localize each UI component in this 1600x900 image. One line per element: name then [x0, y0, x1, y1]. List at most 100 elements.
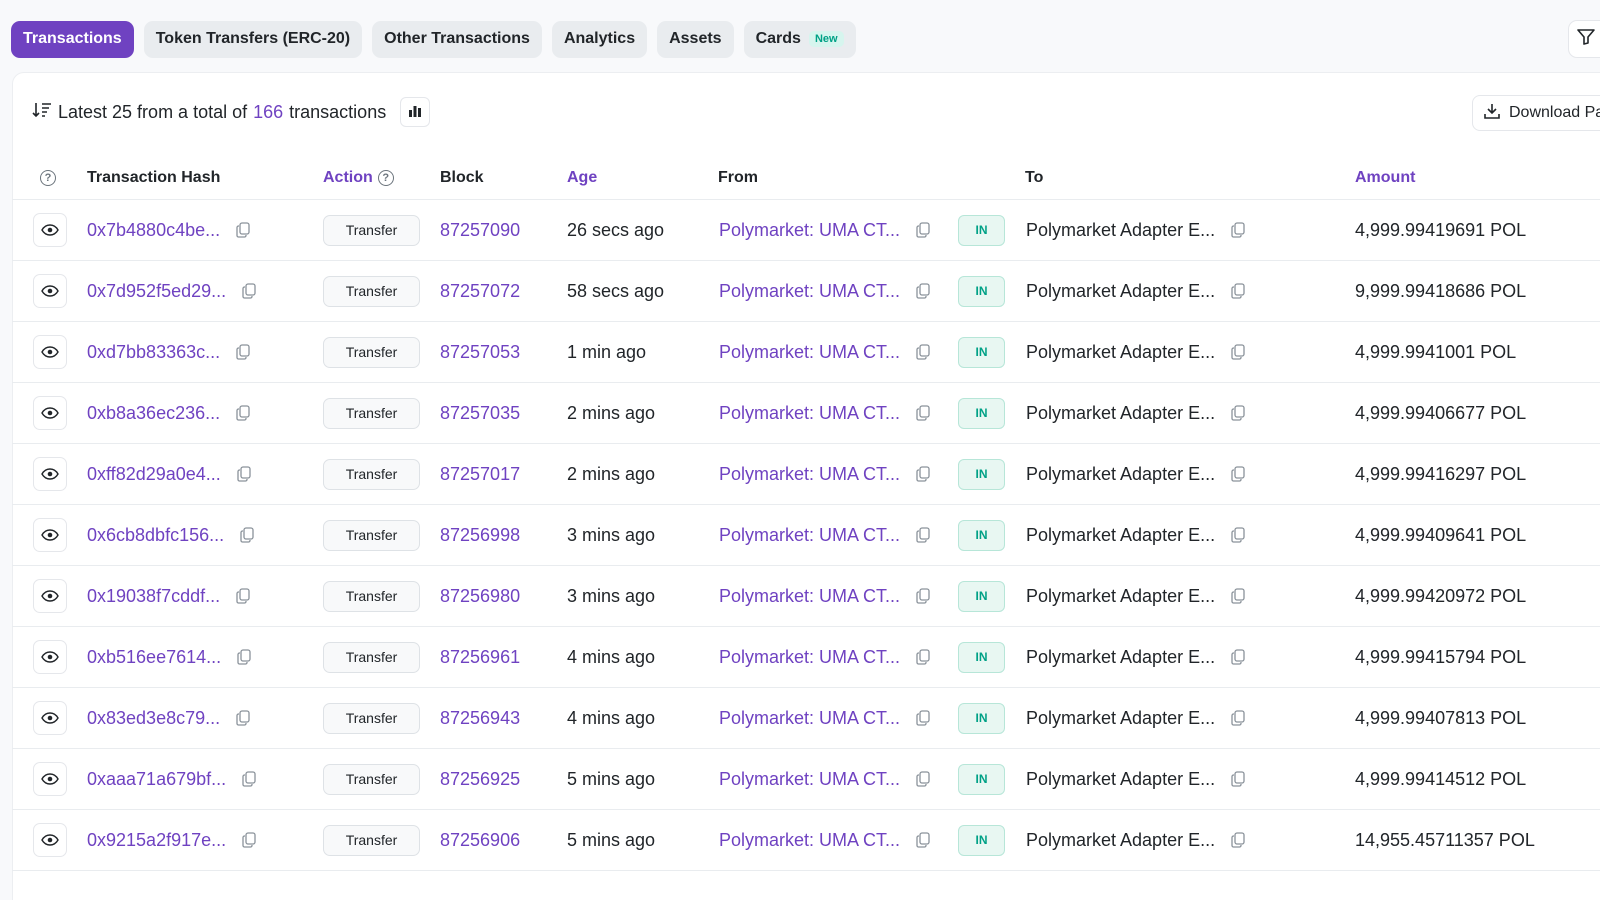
view-details-button[interactable] — [33, 457, 67, 491]
to-address-link[interactable]: Polymarket Adapter E... — [1026, 342, 1215, 363]
copy-icon[interactable] — [916, 771, 930, 787]
copy-icon[interactable] — [240, 527, 254, 543]
filter-button[interactable] — [1568, 20, 1600, 58]
to-address-link[interactable]: Polymarket Adapter E... — [1026, 464, 1215, 485]
from-address-link[interactable]: Polymarket: UMA CT... — [719, 220, 900, 241]
view-details-button[interactable] — [33, 762, 67, 796]
tab-cards[interactable]: Cards New — [743, 20, 856, 58]
transaction-hash-link[interactable]: 0xd7bb83363c... — [87, 342, 220, 363]
transaction-hash-link[interactable]: 0x7d952f5ed29... — [87, 281, 226, 302]
copy-icon[interactable] — [916, 466, 930, 482]
help-header[interactable]: ? — [40, 155, 56, 200]
to-address-link[interactable]: Polymarket Adapter E... — [1026, 586, 1215, 607]
copy-icon[interactable] — [916, 649, 930, 665]
to-address-link[interactable]: Polymarket Adapter E... — [1026, 281, 1215, 302]
chart-button[interactable] — [400, 97, 431, 127]
block-link[interactable]: 87257072 — [440, 281, 520, 302]
view-details-button[interactable] — [33, 335, 67, 369]
tab-token-transfers[interactable]: Token Transfers (ERC-20) — [143, 20, 363, 58]
from-address-link[interactable]: Polymarket: UMA CT... — [719, 342, 900, 363]
transaction-hash-link[interactable]: 0x6cb8dbfc156... — [87, 525, 224, 546]
copy-icon[interactable] — [1231, 283, 1245, 299]
to-address-link[interactable]: Polymarket Adapter E... — [1026, 708, 1215, 729]
tab-other-transactions[interactable]: Other Transactions — [372, 20, 542, 58]
block-link[interactable]: 87256980 — [440, 586, 520, 607]
copy-icon[interactable] — [1231, 832, 1245, 848]
copy-icon[interactable] — [242, 832, 256, 848]
block-link[interactable]: 87256961 — [440, 647, 520, 668]
from-address-link[interactable]: Polymarket: UMA CT... — [719, 281, 900, 302]
transaction-hash-link[interactable]: 0xb516ee7614... — [87, 647, 221, 668]
copy-icon[interactable] — [236, 710, 250, 726]
transaction-hash-link[interactable]: 0x83ed3e8c79... — [87, 708, 220, 729]
to-address-link[interactable]: Polymarket Adapter E... — [1026, 525, 1215, 546]
view-details-button[interactable] — [33, 701, 67, 735]
copy-icon[interactable] — [1231, 222, 1245, 238]
view-details-button[interactable] — [33, 579, 67, 613]
transaction-hash-link[interactable]: 0x9215a2f917e... — [87, 830, 226, 851]
block-link[interactable]: 87257090 — [440, 220, 520, 241]
copy-icon[interactable] — [236, 344, 250, 360]
from-address-link[interactable]: Polymarket: UMA CT... — [719, 464, 900, 485]
block-link[interactable]: 87257035 — [440, 403, 520, 424]
block-link[interactable]: 87257017 — [440, 464, 520, 485]
view-details-button[interactable] — [33, 274, 67, 308]
copy-icon[interactable] — [916, 344, 930, 360]
view-details-button[interactable] — [33, 518, 67, 552]
copy-icon[interactable] — [236, 222, 250, 238]
transaction-hash-link[interactable]: 0x19038f7cddf... — [87, 586, 220, 607]
copy-icon[interactable] — [1231, 344, 1245, 360]
tab-analytics[interactable]: Analytics — [551, 20, 648, 58]
copy-icon[interactable] — [242, 771, 256, 787]
view-details-button[interactable] — [33, 396, 67, 430]
copy-icon[interactable] — [237, 649, 251, 665]
to-address-link[interactable]: Polymarket Adapter E... — [1026, 220, 1215, 241]
from-address-link[interactable]: Polymarket: UMA CT... — [719, 769, 900, 790]
copy-icon[interactable] — [916, 222, 930, 238]
to-address-link[interactable]: Polymarket Adapter E... — [1026, 647, 1215, 668]
from-address-link[interactable]: Polymarket: UMA CT... — [719, 830, 900, 851]
block-link[interactable]: 87256906 — [440, 830, 520, 851]
block-link[interactable]: 87256998 — [440, 525, 520, 546]
view-details-button[interactable] — [33, 213, 67, 247]
copy-icon[interactable] — [916, 283, 930, 299]
copy-icon[interactable] — [1231, 527, 1245, 543]
to-address-link[interactable]: Polymarket Adapter E... — [1026, 830, 1215, 851]
copy-icon[interactable] — [1231, 405, 1245, 421]
view-details-button[interactable] — [33, 640, 67, 674]
copy-icon[interactable] — [236, 405, 250, 421]
copy-icon[interactable] — [1231, 771, 1245, 787]
from-address-link[interactable]: Polymarket: UMA CT... — [719, 708, 900, 729]
copy-icon[interactable] — [916, 527, 930, 543]
tab-transactions[interactable]: Transactions — [11, 20, 134, 58]
from-address-link[interactable]: Polymarket: UMA CT... — [719, 647, 900, 668]
block-link[interactable]: 87256925 — [440, 769, 520, 790]
col-age[interactable]: Age — [567, 155, 597, 200]
from-address-link[interactable]: Polymarket: UMA CT... — [719, 525, 900, 546]
copy-icon[interactable] — [242, 283, 256, 299]
tab-assets[interactable]: Assets — [657, 20, 734, 58]
copy-icon[interactable] — [1231, 588, 1245, 604]
block-link[interactable]: 87257053 — [440, 342, 520, 363]
col-action[interactable]: Action ? — [323, 155, 394, 200]
col-amount[interactable]: Amount — [1355, 155, 1415, 200]
from-address-link[interactable]: Polymarket: UMA CT... — [719, 586, 900, 607]
view-details-button[interactable] — [33, 823, 67, 857]
to-address-link[interactable]: Polymarket Adapter E... — [1026, 769, 1215, 790]
transaction-hash-link[interactable]: 0x7b4880c4be... — [87, 220, 220, 241]
to-address-link[interactable]: Polymarket Adapter E... — [1026, 403, 1215, 424]
transaction-hash-link[interactable]: 0xff82d29a0e4... — [87, 464, 221, 485]
copy-icon[interactable] — [916, 405, 930, 421]
copy-icon[interactable] — [1231, 466, 1245, 482]
copy-icon[interactable] — [237, 466, 251, 482]
copy-icon[interactable] — [916, 710, 930, 726]
copy-icon[interactable] — [1231, 710, 1245, 726]
copy-icon[interactable] — [1231, 649, 1245, 665]
transaction-hash-link[interactable]: 0xb8a36ec236... — [87, 403, 220, 424]
copy-icon[interactable] — [236, 588, 250, 604]
copy-icon[interactable] — [916, 588, 930, 604]
download-button[interactable]: Download Pa — [1472, 95, 1600, 131]
copy-icon[interactable] — [916, 832, 930, 848]
transaction-hash-link[interactable]: 0xaaa71a679bf... — [87, 769, 226, 790]
from-address-link[interactable]: Polymarket: UMA CT... — [719, 403, 900, 424]
